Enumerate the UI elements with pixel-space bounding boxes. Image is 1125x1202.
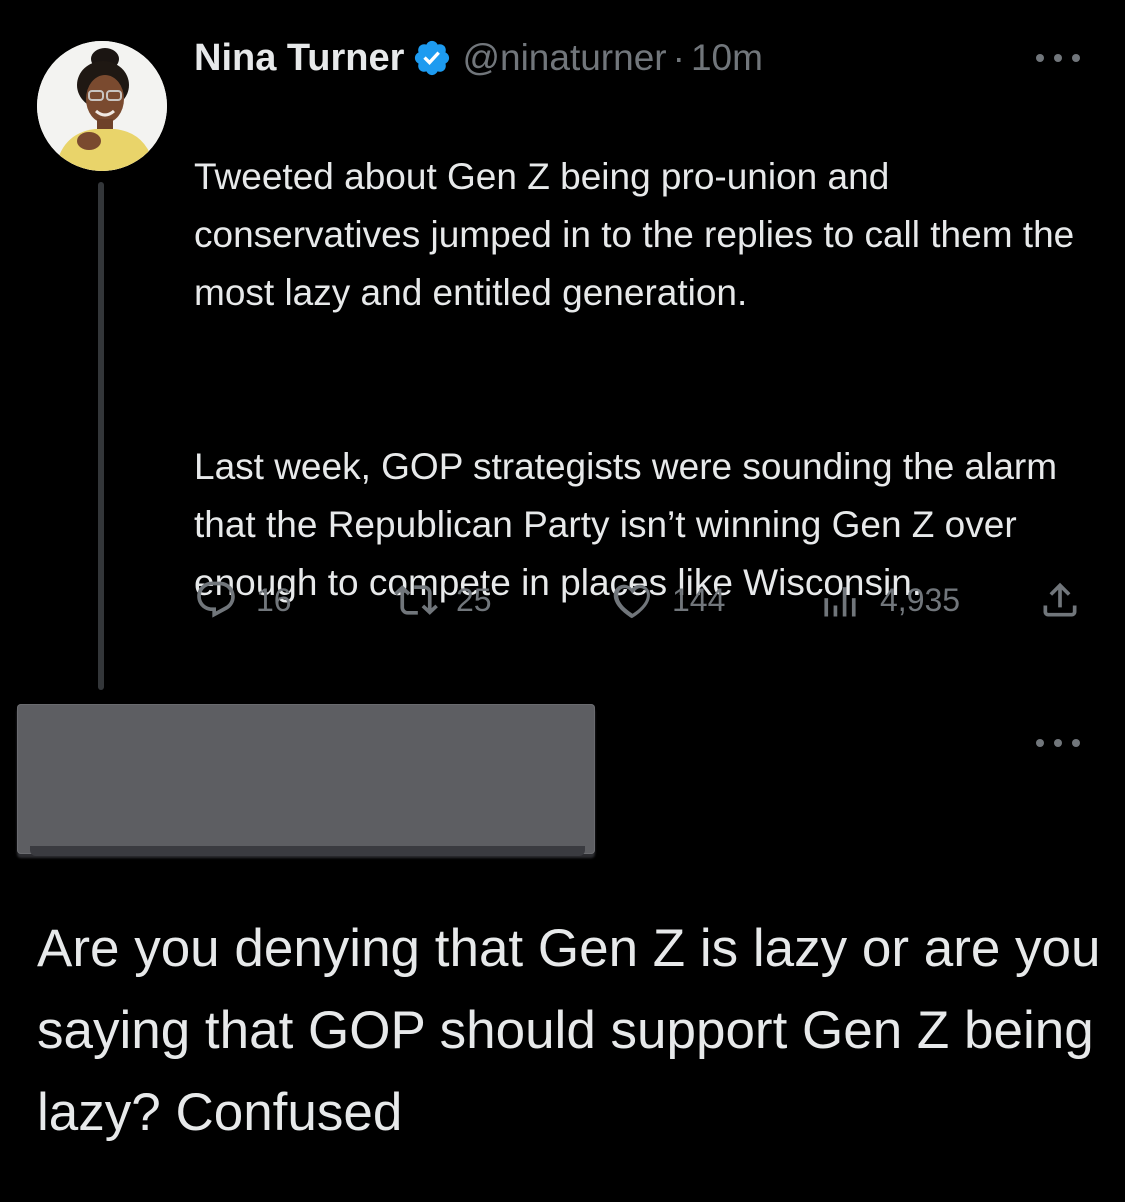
views-count: 4,935 — [880, 581, 961, 618]
reply-count: 16 — [256, 581, 292, 618]
reply-more-icon[interactable] — [1030, 733, 1086, 753]
share-button[interactable] — [1038, 572, 1082, 628]
retweet-count: 25 — [456, 581, 492, 618]
views-button[interactable]: 4,935 — [818, 572, 960, 628]
redaction-shadow — [30, 846, 585, 856]
tweet-action-bar: 16 25 144 4,935 — [194, 572, 1094, 628]
views-bar-chart-icon — [824, 587, 856, 617]
share-icon — [1043, 582, 1077, 617]
like-count: 144 — [672, 581, 726, 618]
reply-button[interactable]: 16 — [194, 572, 292, 628]
header-separator: · — [672, 37, 685, 78]
profile-photo-icon — [37, 41, 167, 171]
reply-body: Are you denying that Gen Z is lazy or ar… — [37, 919, 1101, 1142]
author-avatar[interactable] — [37, 41, 167, 171]
reply-icon — [197, 581, 235, 618]
tweet-paragraph: Tweeted about Gen Z being pro-union and … — [194, 156, 1075, 313]
tweet-header: Nina Turner @ninaturner · 10m — [194, 30, 763, 86]
heart-icon — [613, 584, 650, 619]
retweet-icon — [394, 585, 438, 615]
tweet-more-icon[interactable] — [1030, 48, 1086, 68]
tweet-timestamp[interactable]: 10m — [691, 37, 763, 79]
author-handle[interactable]: @ninaturner — [462, 37, 666, 79]
retweet-button[interactable]: 25 — [394, 572, 492, 628]
verified-badge-icon — [412, 38, 452, 78]
thread-connector-line — [98, 182, 104, 690]
author-display-name[interactable]: Nina Turner — [194, 37, 404, 80]
redacted-reply-author — [17, 704, 595, 854]
like-button[interactable]: 144 — [610, 572, 725, 628]
